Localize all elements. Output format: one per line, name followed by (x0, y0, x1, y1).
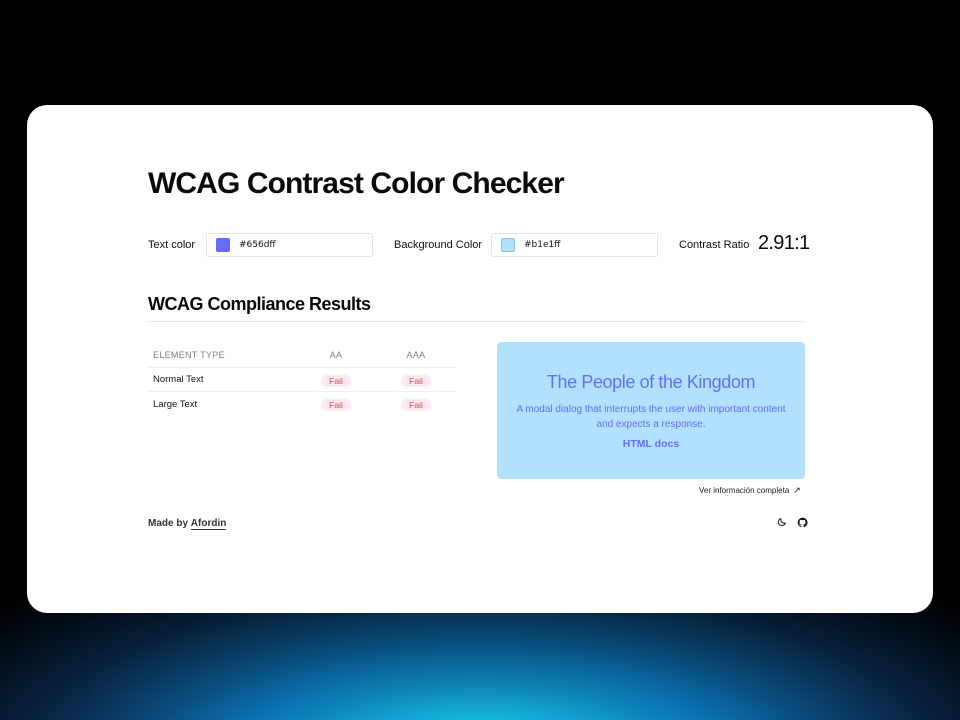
more-info-label: Ver información completa (699, 486, 790, 495)
text-color-swatch[interactable] (216, 238, 230, 252)
arrow-up-right-icon: ↗ (793, 485, 801, 495)
background-color-field[interactable]: #b1e1ff (491, 233, 658, 257)
text-color-label: Text color (148, 239, 196, 251)
status-badge: Fail (321, 374, 351, 387)
aa-result-cell: Fail (296, 371, 376, 389)
preview-link[interactable]: HTML docs (623, 438, 679, 450)
page-title: WCAG Contrast Color Checker (148, 167, 565, 200)
more-info-link[interactable]: Ver información completa ↗ (699, 485, 801, 496)
aa-result-cell: Fail (296, 395, 376, 413)
element-type-cell: Large Text (153, 398, 198, 410)
results-table: ELEMENT TYPE AA AAA Normal Text Fail Fai… (148, 342, 456, 416)
status-badge: Fail (401, 399, 431, 411)
text-color-field[interactable]: #656dff (206, 233, 373, 257)
text-color-value[interactable]: #656dff (239, 240, 276, 250)
preview-heading: The People of the Kingdom (546, 372, 756, 392)
table-row-normal-text: Normal Text Fail Fail (148, 368, 456, 392)
aaa-result-cell: Fail (376, 395, 456, 413)
table-header-row: ELEMENT TYPE AA AAA (148, 342, 456, 368)
contrast-ratio-label: Contrast Ratio (679, 239, 750, 251)
table-row-large-text: Large Text Fail Fail (148, 392, 456, 416)
status-badge: Fail (401, 374, 431, 387)
column-header-aa: AA (329, 349, 343, 360)
element-type-cell: Normal Text (153, 374, 204, 385)
github-icon[interactable] (796, 516, 808, 528)
checker-card: WCAG Contrast Color Checker Text color #… (27, 105, 933, 613)
contrast-preview: The People of the Kingdom A modal dialog… (497, 342, 805, 479)
preview-body: A modal dialog that interrupts the user … (516, 404, 786, 430)
footer-credit: Made by Afordin (148, 518, 227, 530)
column-header-element-type: ELEMENT TYPE (153, 349, 225, 360)
section-divider (148, 321, 805, 322)
column-header-aaa: AAA (406, 349, 426, 360)
footer-icons (776, 516, 808, 528)
author-link[interactable]: Afordin (190, 518, 227, 530)
background-color-label: Background Color (394, 239, 483, 251)
results-title: WCAG Compliance Results (148, 294, 371, 314)
background-color-value[interactable]: #b1e1ff (524, 240, 560, 250)
moon-icon[interactable] (776, 516, 788, 528)
made-by-label: Made by (148, 518, 189, 529)
aaa-result-cell: Fail (376, 371, 456, 389)
status-badge: Fail (321, 399, 351, 411)
background-color-swatch[interactable] (501, 238, 515, 252)
contrast-ratio-value: 2.91:1 (758, 232, 810, 254)
